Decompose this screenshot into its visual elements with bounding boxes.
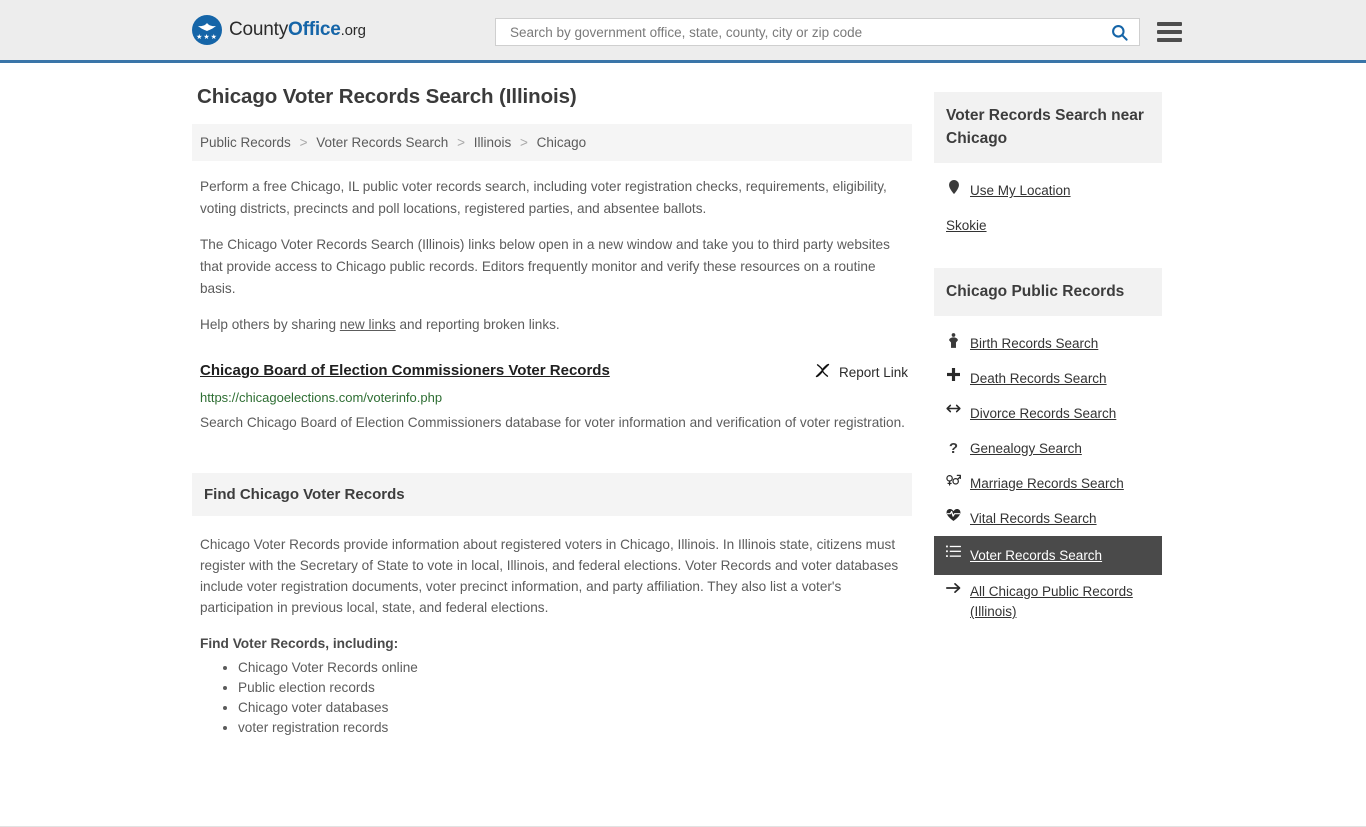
result-description: Search Chicago Board of Election Commiss… <box>200 415 905 430</box>
sidebar-item-skokie[interactable]: Skokie <box>934 208 1162 243</box>
breadcrumb-separator: > <box>520 135 528 150</box>
intro-paragraph-1: Perform a free Chicago, IL public voter … <box>200 179 887 216</box>
logo-stars: ★★★ <box>196 34 218 41</box>
page-title: Chicago Voter Records Search (Illinois) <box>197 85 577 108</box>
sidebar-item-label: Divorce Records Search <box>970 406 1117 421</box>
header-search-zone <box>495 18 1182 46</box>
hamburger-menu-icon[interactable] <box>1157 22 1182 42</box>
sidebar: Voter Records Search near Chicago Use My… <box>934 85 1162 738</box>
sidebar-item-all-chicago-public-records[interactable]: All Chicago Public Records (Illinois) <box>934 575 1162 629</box>
new-links-link[interactable]: new links <box>340 317 396 332</box>
breadcrumb-item-voter-records-search[interactable]: Voter Records Search <box>316 135 448 150</box>
section-paragraph: Chicago Voter Records provide informatio… <box>200 537 899 615</box>
question-mark-icon: ? <box>948 440 959 457</box>
sidebar-item-death-records-search[interactable]: Death Records Search <box>934 361 1162 396</box>
left-right-arrows-icon <box>946 403 961 414</box>
sidebar-item-label: Use My Location <box>970 183 1071 198</box>
cross-icon <box>946 368 961 381</box>
voter-records-list: Chicago Voter Records online Public elec… <box>200 658 908 738</box>
page-layout: Chicago Voter Records Search (Illinois) … <box>192 63 1174 738</box>
sidebar-item-use-my-location[interactable]: Use My Location <box>934 173 1162 208</box>
logo-text-county: County <box>229 19 289 40</box>
search-input[interactable] <box>508 23 1108 41</box>
sidebar-item-label: Genealogy Search <box>970 441 1082 456</box>
report-link-button[interactable]: Report Link <box>814 361 908 382</box>
broken-link-icon <box>814 362 831 382</box>
breadcrumb: Public Records > Voter Records Search > … <box>192 124 912 161</box>
sidebar-item-divorce-records-search[interactable]: Divorce Records Search <box>934 396 1162 431</box>
main-content: Chicago Voter Records Search (Illinois) … <box>192 85 912 738</box>
sidebar-item-label: Vital Records Search <box>970 511 1097 526</box>
sidebar-item-label: Marriage Records Search <box>970 476 1124 491</box>
sidebar-item-vital-records-search[interactable]: Vital Records Search <box>934 501 1162 536</box>
public-records-card-body: Birth Records Search Death Records Searc… <box>934 316 1162 629</box>
arrow-right-icon <box>946 582 961 594</box>
breadcrumb-separator: > <box>457 135 465 150</box>
near-card-heading: Voter Records Search near Chicago <box>934 92 1162 163</box>
sidebar-item-birth-records-search[interactable]: Birth Records Search <box>934 326 1162 361</box>
heartbeat-icon <box>946 508 961 522</box>
help-paragraph: Help others by sharing new links and rep… <box>192 314 912 336</box>
sidebar-item-label: Skokie <box>946 218 987 233</box>
logo-text-office: Office <box>288 19 341 40</box>
intro-paragraph-2: The Chicago Voter Records Search (Illino… <box>200 237 890 296</box>
search-icon[interactable] <box>1108 23 1131 42</box>
sidebar-item-label: Death Records Search <box>970 371 1107 386</box>
hamburger-bar <box>1157 30 1182 34</box>
section-heading: Find Chicago Voter Records <box>192 473 912 516</box>
page-container: Chicago Voter Records Search (Illinois) … <box>0 63 1366 827</box>
near-card-body: Use My Location Skokie <box>934 163 1162 243</box>
logo-wordmark: CountyOffice.org <box>229 19 366 41</box>
result-url: https://chicagoelections.com/voterinfo.p… <box>200 390 443 405</box>
help-prefix: Help others by sharing <box>200 317 340 332</box>
breadcrumb-item-public-records[interactable]: Public Records <box>200 135 291 150</box>
report-link-label: Report Link <box>838 364 908 380</box>
logo-text-org: .org <box>340 22 366 39</box>
venus-mars-icon <box>946 473 961 487</box>
sidebar-item-genealogy-search[interactable]: ? Genealogy Search <box>934 431 1162 466</box>
sidebar-item-label: All Chicago Public Records (Illinois) <box>970 584 1133 619</box>
search-box[interactable] <box>495 18 1140 46</box>
list-item: Public election records <box>238 678 908 698</box>
list-heading: Find Voter Records, including: <box>200 636 399 651</box>
help-suffix: and reporting broken links. <box>395 317 560 332</box>
hamburger-bar <box>1157 38 1182 42</box>
result-title-link[interactable]: Chicago Board of Election Commissioners … <box>200 361 610 381</box>
near-card: Voter Records Search near Chicago Use My… <box>934 92 1162 243</box>
public-records-card: Chicago Public Records Birth Records Sea… <box>934 268 1162 629</box>
public-records-card-heading: Chicago Public Records <box>934 268 1162 316</box>
result-header-row: Chicago Board of Election Commissioners … <box>200 361 908 382</box>
breadcrumb-item-illinois[interactable]: Illinois <box>474 135 512 150</box>
breadcrumb-separator: > <box>299 135 308 150</box>
sidebar-item-marriage-records-search[interactable]: Marriage Records Search <box>934 466 1162 501</box>
list-item: Chicago voter databases <box>238 698 908 718</box>
list-item: voter registration records <box>238 718 908 738</box>
map-pin-icon <box>946 180 961 194</box>
person-icon <box>946 333 961 348</box>
site-header: ★★★ CountyOffice.org <box>0 0 1366 63</box>
sidebar-item-label: Birth Records Search <box>970 336 1099 351</box>
section-body: Chicago Voter Records provide informatio… <box>192 516 912 738</box>
eagle-seal-icon: ★★★ <box>192 15 222 45</box>
list-icon <box>946 545 961 558</box>
result-item: Chicago Board of Election Commissioners … <box>192 361 912 435</box>
hamburger-bar <box>1157 22 1182 26</box>
list-item: Chicago Voter Records online <box>238 658 908 678</box>
sidebar-item-label: Voter Records Search <box>970 548 1103 563</box>
breadcrumb-item-chicago[interactable]: Chicago <box>537 135 587 150</box>
sidebar-item-voter-records-search[interactable]: Voter Records Search <box>934 536 1162 575</box>
site-logo[interactable]: ★★★ CountyOffice.org <box>192 15 366 45</box>
